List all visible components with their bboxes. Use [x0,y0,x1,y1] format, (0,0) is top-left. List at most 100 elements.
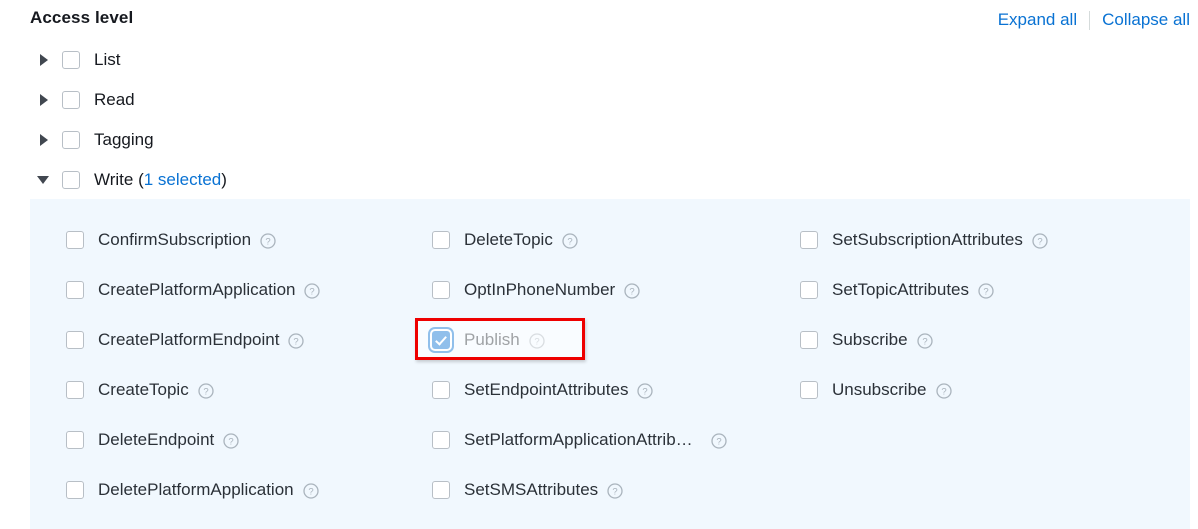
group-name: Write [94,170,134,189]
action-checkbox[interactable] [66,231,84,249]
svg-text:?: ? [643,387,648,398]
help-circle-icon[interactable]: ? [978,283,994,299]
action-checkbox[interactable] [432,431,450,449]
action-item[interactable]: Unsubscribe? [800,365,1180,415]
help-circle-icon[interactable]: ? [260,233,276,249]
action-item[interactable]: DeletePlatformApplication? [66,465,436,515]
svg-text:?: ? [265,237,270,248]
group-name: Read [94,90,135,109]
write-actions-column-2: DeleteTopic? OptInPhoneNumber? Publish? Set… [432,215,802,515]
action-checkbox[interactable] [800,331,818,349]
group-checkbox[interactable] [62,131,80,149]
action-checkbox[interactable] [432,331,450,349]
group-name: List [94,50,121,69]
help-circle-icon[interactable]: ? [198,383,214,399]
help-circle-icon[interactable]: ? [302,483,319,499]
action-checkbox[interactable] [66,431,84,449]
caret-right-icon[interactable] [38,133,52,147]
action-checkbox[interactable] [800,281,818,299]
header-links: Expand all Collapse all [998,10,1190,30]
group-label: List [94,50,120,70]
action-item[interactable]: SetEndpointAttributes? [432,365,802,415]
page-title: Access level [30,8,134,27]
group-name: Tagging [94,130,154,149]
action-item[interactable]: CreatePlatformEndpoint? [66,315,436,365]
help-circle-icon[interactable]: ? [1032,233,1048,249]
svg-text:?: ? [983,287,988,298]
help-circle-icon[interactable]: ? [607,483,623,499]
link-divider [1089,10,1091,30]
svg-text:?: ? [534,337,539,348]
access-level-group-row[interactable]: Tagging [0,120,1198,160]
access-level-group-row[interactable]: Read [0,80,1198,120]
action-item[interactable]: DeleteTopic? [432,215,802,265]
svg-text:?: ? [567,237,572,248]
action-checkbox[interactable] [800,381,818,399]
access-level-group-list: List Read Tagging Write (1 selected) [0,40,1198,200]
action-checkbox[interactable] [66,331,84,349]
action-checkbox[interactable] [66,381,84,399]
write-actions-grid: ConfirmSubscription? CreatePlatformApplic… [30,199,1190,529]
action-item[interactable]: DeleteEndpoint? [66,415,436,465]
group-checkbox[interactable] [62,171,80,189]
action-item[interactable]: SetPlatformApplicationAttrib…? [432,415,802,465]
caret-right-icon[interactable] [38,53,52,67]
help-circle-icon[interactable]: ? [637,383,654,399]
access-level-permissions-panel: Access level Expand all Collapse all Lis… [0,0,1198,529]
action-label: Subscribe [832,330,908,349]
svg-text:?: ? [941,387,946,398]
action-item[interactable]: OptInPhoneNumber? [432,265,802,315]
action-label: CreatePlatformEndpoint [98,330,280,349]
group-checkbox[interactable] [62,51,80,69]
action-item[interactable]: SetTopicAttributes? [800,265,1180,315]
action-label: CreatePlatformApplication [98,280,296,299]
help-circle-icon[interactable]: ? [304,283,321,299]
action-label: SetEndpointAttributes [464,380,629,399]
access-level-group-row[interactable]: List [0,40,1198,80]
svg-text:?: ? [308,487,313,498]
help-circle-icon[interactable]: ? [288,333,305,349]
action-checkbox[interactable] [66,481,84,499]
action-label: SetTopicAttributes [832,280,970,299]
help-circle-icon[interactable]: ? [529,333,545,349]
caret-down-icon[interactable] [37,173,52,187]
write-actions-panel: ConfirmSubscription? CreatePlatformApplic… [30,199,1190,529]
action-label: Unsubscribe [832,380,927,399]
access-level-group-row[interactable]: Write (1 selected) [0,160,1198,200]
collapse-all-link[interactable]: Collapse all [1102,10,1190,30]
group-selected-count[interactable]: 1 selected [144,170,222,189]
group-count-close-paren: ) [221,170,227,189]
action-item[interactable]: CreatePlatformApplication? [66,265,436,315]
action-item[interactable]: SetSubscriptionAttributes? [800,215,1180,265]
expand-all-link[interactable]: Expand all [998,10,1077,30]
action-checkbox[interactable] [66,281,84,299]
group-label: Read [94,90,135,110]
svg-text:?: ? [203,387,208,398]
action-item[interactable]: ConfirmSubscription? [66,215,436,265]
svg-text:?: ? [310,287,315,298]
action-label: DeleteEndpoint [98,430,215,449]
action-checkbox[interactable] [800,231,818,249]
action-item[interactable]: SetSMSAttributes? [432,465,802,515]
action-item[interactable]: Publish? [432,315,802,365]
action-checkbox[interactable] [432,281,450,299]
help-circle-icon[interactable]: ? [711,433,727,449]
help-circle-icon[interactable]: ? [916,333,933,349]
caret-right-icon[interactable] [38,93,52,107]
action-checkbox[interactable] [432,381,450,399]
action-checkbox[interactable] [432,481,450,499]
svg-text:?: ? [1037,237,1042,248]
help-circle-icon[interactable]: ? [562,233,578,249]
action-label: ConfirmSubscription [98,230,252,249]
action-item[interactable]: CreateTopic? [66,365,436,415]
help-circle-icon[interactable]: ? [935,383,952,399]
action-label: OptInPhoneNumber [464,280,616,299]
group-label: Write (1 selected) [94,170,227,190]
help-circle-icon[interactable]: ? [624,283,640,299]
action-label: SetSMSAttributes [464,480,599,499]
help-circle-icon[interactable]: ? [223,433,239,449]
action-checkbox[interactable] [432,231,450,249]
action-item[interactable]: Subscribe? [800,315,1180,365]
group-count-open-paren: ( [133,170,144,189]
group-checkbox[interactable] [62,91,80,109]
